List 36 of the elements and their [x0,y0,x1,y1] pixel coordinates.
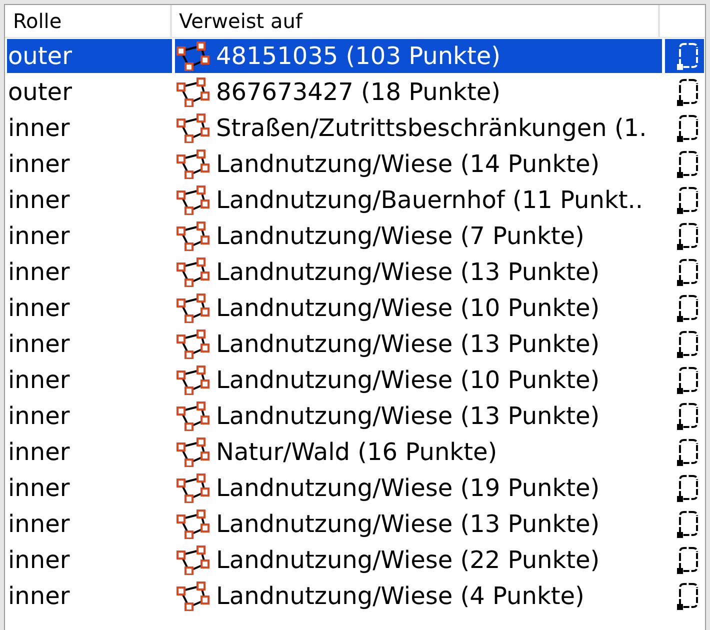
closed-way-icon [676,545,700,575]
member-name: 867673427 (18 Punkte) [216,77,500,108]
closed-way-icon [676,293,700,323]
closed-way-icon [676,221,700,251]
closed-way-icon [676,365,700,395]
member-name: Landnutzung/Wiese (4 Punkte) [216,581,584,612]
member-name: Straßen/Zutrittsbeschränkungen (1. [216,113,647,144]
member-name: Landnutzung/Wiese (10 Punkte) [216,293,600,324]
polygon-icon [175,41,211,71]
closed-way-icon [676,257,700,287]
member-name: Landnutzung/Wiese (19 Punkte) [216,473,600,504]
table-cell[interactable]: outer [7,39,172,73]
member-name: Natur/Wald (16 Punkte) [216,437,498,468]
member-name: Landnutzung/Wiese (14 Punkte) [216,149,600,180]
member-name: Landnutzung/Wiese (22 Punkte) [216,545,600,576]
column-header[interactable]: Verweist auf [173,6,302,36]
closed-way-icon [676,581,700,611]
member-name: Landnutzung/Bauernhof (11 Punkt.. [216,185,644,216]
closed-way-icon [676,77,700,107]
member-name: 48151035 (103 Punkte) [216,41,500,72]
column-header[interactable]: Rolle [7,6,62,36]
closed-way-icon [676,509,700,539]
closed-way-icon [676,41,700,71]
closed-way-icon [676,149,700,179]
member-name: Landnutzung/Wiese (7 Punkte) [216,221,584,252]
member-name: Landnutzung/Wiese (10 Punkte) [216,365,600,396]
closed-way-icon [676,113,700,143]
closed-way-icon [676,473,700,503]
member-name: Landnutzung/Wiese (13 Punkte) [216,401,600,432]
member-name: Landnutzung/Wiese (13 Punkte) [216,509,600,540]
closed-way-icon [676,329,700,359]
closed-way-icon [676,401,700,431]
closed-way-icon [676,437,700,467]
member-name: Landnutzung/Wiese (13 Punkte) [216,257,600,288]
closed-way-icon [676,185,700,215]
member-name: Landnutzung/Wiese (13 Punkte) [216,329,600,360]
